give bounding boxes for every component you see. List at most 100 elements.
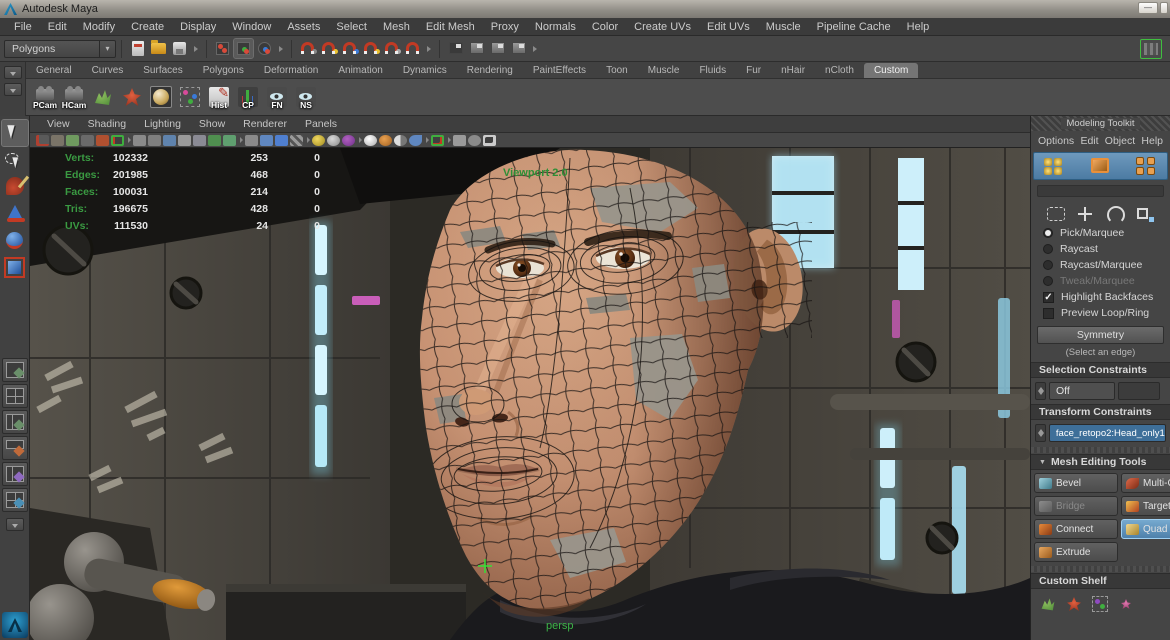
menu-mesh[interactable]: Mesh — [375, 21, 418, 33]
selection-constraint-dropdown[interactable]: Off — [1049, 382, 1115, 400]
custom-shelf-component-icon[interactable] — [1089, 593, 1111, 615]
bookmarks-icon[interactable] — [51, 135, 64, 146]
group-expander-icon[interactable] — [192, 42, 199, 56]
shelf-tab-menu-icon[interactable] — [4, 66, 22, 79]
transform-constraints-header[interactable]: Transform Constraints — [1031, 404, 1170, 420]
textured-mode-icon[interactable] — [275, 135, 288, 146]
menu-normals[interactable]: Normals — [527, 21, 584, 33]
camera-attributes-icon[interactable] — [36, 135, 49, 146]
menu-color[interactable]: Color — [584, 21, 626, 33]
mtk-menu-edit[interactable]: Edit — [1077, 135, 1101, 147]
persp-outliner-layout-icon[interactable] — [2, 410, 28, 434]
panel-menu-view[interactable]: View — [38, 118, 79, 130]
isolate-select-icon[interactable] — [431, 135, 444, 146]
shelf-item-menu-icon[interactable] — [4, 83, 22, 96]
group-expander-icon[interactable] — [531, 42, 538, 56]
highlight-backfaces-checkbox[interactable]: ✓ Highlight Backfaces — [1031, 289, 1170, 305]
panel-menu-shading[interactable]: Shading — [79, 118, 136, 130]
face-mode-icon[interactable] — [1135, 156, 1159, 176]
transform-constraint-field[interactable]: face_retopo2:Head_only1:Me — [1049, 424, 1166, 442]
mesh-editing-tools-header[interactable]: ▼ Mesh Editing Tools — [1031, 454, 1170, 470]
gate-mask-icon[interactable] — [163, 135, 176, 146]
mtk-menu-help[interactable]: Help — [1138, 135, 1166, 147]
panel-menu-panels[interactable]: Panels — [296, 118, 346, 130]
shelf-tab-animation[interactable]: Animation — [328, 63, 392, 78]
mtk-move-tool-icon[interactable] — [1075, 206, 1095, 222]
shelf-tab-ncloth[interactable]: nCloth — [815, 63, 864, 78]
menu-edit-uvs[interactable]: Edit UVs — [699, 21, 758, 33]
shelf-item-sphere-material[interactable] — [148, 84, 174, 110]
snap-to-view-plane-icon[interactable] — [382, 39, 401, 58]
no-lights-icon[interactable] — [342, 135, 355, 146]
2d-pan-zoom-icon[interactable] — [81, 135, 94, 146]
safe-title-icon[interactable] — [208, 135, 221, 146]
edge-mode-icon[interactable] — [1089, 156, 1113, 176]
render-settings-icon[interactable] — [509, 39, 528, 58]
modeling-toolkit-toggle-icon[interactable] — [1140, 39, 1162, 59]
share-view-icon[interactable] — [483, 135, 496, 146]
exposure-icon[interactable] — [453, 135, 466, 146]
preview-loop-ring-checkbox[interactable]: Preview Loop/Ring — [1031, 305, 1170, 321]
vertex-mode-icon[interactable] — [1042, 156, 1066, 176]
menu-file[interactable]: File — [6, 21, 40, 33]
snap-to-point-icon[interactable] — [340, 39, 359, 58]
menu-proxy[interactable]: Proxy — [483, 21, 527, 33]
image-plane-icon[interactable] — [66, 135, 79, 146]
raycast-marquee-radio[interactable]: Raycast/Marquee — [1031, 257, 1170, 273]
multi-cut-button[interactable]: Multi-Cu — [1121, 473, 1170, 493]
shelf-tab-muscle[interactable]: Muscle — [638, 63, 690, 78]
panel-menu-lighting[interactable]: Lighting — [135, 118, 190, 130]
select-by-hierarchy-icon[interactable] — [213, 39, 232, 58]
shelf-item-flower-tool[interactable] — [119, 84, 145, 110]
flat-lighting-icon[interactable] — [327, 135, 340, 146]
titlebar[interactable]: Autodesk Maya — — [0, 0, 1170, 18]
custom-shelf-flower-icon[interactable] — [1063, 593, 1085, 615]
menu-edit[interactable]: Edit — [40, 21, 75, 33]
symmetry-button[interactable]: Symmetry — [1037, 326, 1164, 344]
safe-action-icon[interactable] — [193, 135, 206, 146]
open-scene-icon[interactable] — [149, 39, 168, 58]
constraint-spinner-icon[interactable] — [1035, 382, 1046, 400]
select-tool-icon[interactable] — [2, 120, 28, 146]
film-gate-icon[interactable] — [133, 135, 146, 146]
shelf-item-hist[interactable]: Hist — [206, 84, 232, 110]
save-scene-icon[interactable] — [170, 39, 189, 58]
select-by-object-icon[interactable] — [234, 39, 253, 58]
snap-to-curve-icon[interactable] — [319, 39, 338, 58]
minimize-button[interactable]: — — [1138, 2, 1158, 14]
mtk-scale-tool-icon[interactable] — [1135, 206, 1155, 222]
shelf-tab-surfaces[interactable]: Surfaces — [133, 63, 192, 78]
menu-create[interactable]: Create — [123, 21, 172, 33]
menu-set-dropdown[interactable]: Polygons ▾ — [4, 40, 116, 58]
shelf-item-hand-tool[interactable] — [90, 84, 116, 110]
lasso-tool-icon[interactable] — [2, 147, 28, 173]
shelf-tab-custom[interactable]: Custom — [864, 63, 918, 78]
menu-modify[interactable]: Modify — [75, 21, 123, 33]
make-live-icon[interactable] — [403, 39, 422, 58]
outliner-persp-layout-icon[interactable] — [2, 462, 28, 486]
menu-edit-mesh[interactable]: Edit Mesh — [418, 21, 483, 33]
paint-select-tool-icon[interactable] — [2, 174, 28, 200]
render-view-icon[interactable] — [446, 39, 465, 58]
selection-constraints-header[interactable]: Selection Constraints — [1031, 362, 1170, 378]
selection-constraint-extra-field[interactable] — [1118, 382, 1160, 400]
group-expander-icon[interactable] — [277, 42, 284, 56]
shelf-tab-fluids[interactable]: Fluids — [689, 63, 736, 78]
mtk-menu-options[interactable]: Options — [1035, 135, 1077, 147]
shelf-tab-polygons[interactable]: Polygons — [193, 63, 254, 78]
scale-tool-icon[interactable] — [2, 255, 28, 281]
target-weld-button[interactable]: Target W — [1121, 496, 1170, 516]
shelf-item-component-dots[interactable] — [177, 84, 203, 110]
shelf-item-cp[interactable]: CP — [235, 84, 261, 110]
menu-display[interactable]: Display — [172, 21, 224, 33]
all-lights-icon[interactable] — [312, 135, 325, 146]
shelf-tab-dynamics[interactable]: Dynamics — [393, 63, 457, 78]
resolution-gate-icon[interactable] — [148, 135, 161, 146]
bevel-button[interactable]: Bevel — [1034, 473, 1118, 493]
custom-shelf-header[interactable]: Custom Shelf — [1031, 573, 1170, 589]
use-default-material-icon[interactable] — [290, 135, 303, 146]
menu-select[interactable]: Select — [328, 21, 375, 33]
wireframe-mode-icon[interactable] — [245, 135, 258, 146]
single-pane-layout-icon[interactable] — [2, 358, 28, 382]
motion-blur-icon[interactable] — [394, 135, 407, 146]
